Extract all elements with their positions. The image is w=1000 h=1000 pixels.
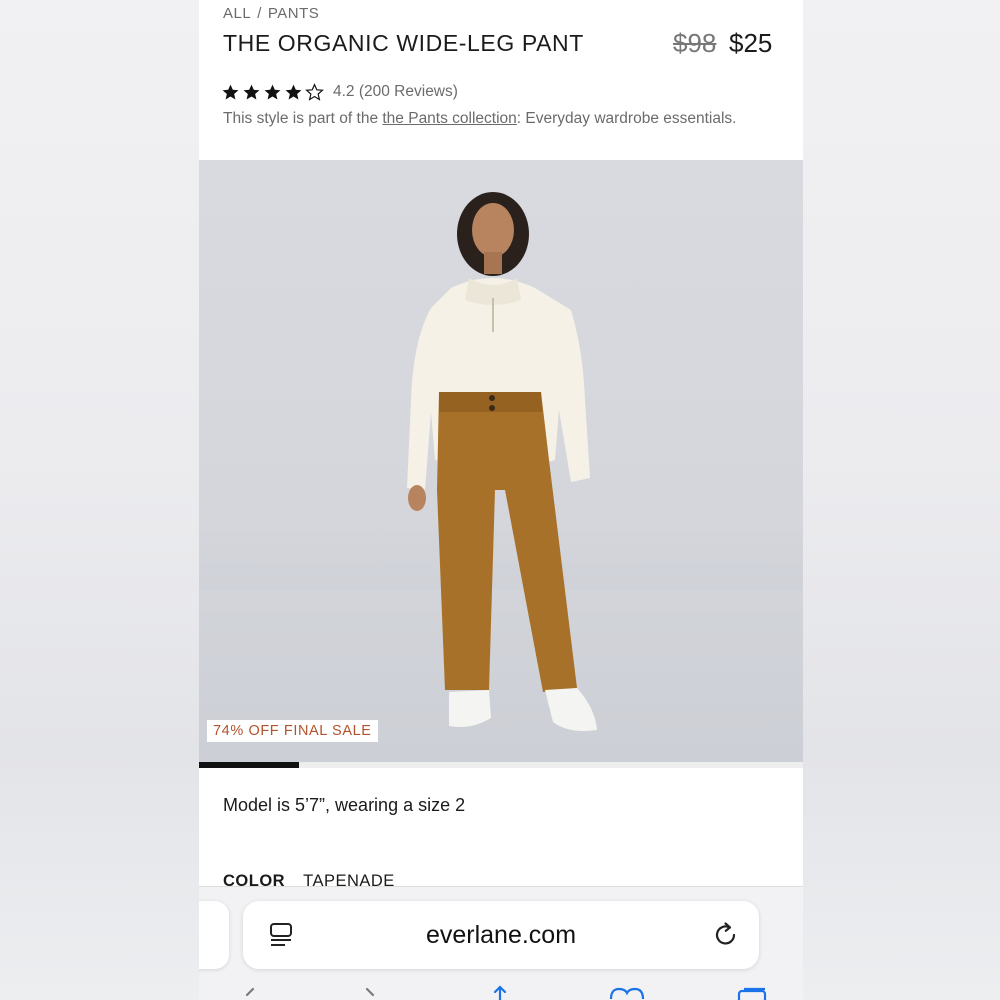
collection-suffix: : Everyday wardrobe essentials. [516, 110, 737, 127]
reload-icon[interactable] [711, 920, 741, 950]
phone-screen: ALL / PANTS THE ORGANIC WIDE-LEG PANT $98 … [199, 0, 803, 1000]
star-icon [243, 84, 260, 100]
background-left [0, 0, 199, 1000]
browser-bottom-bar: everlane.com [199, 886, 803, 1000]
sale-price: $25 [729, 28, 773, 58]
product-title: THE ORGANIC WIDE-LEG PANT [223, 30, 584, 56]
share-icon[interactable] [485, 985, 515, 1000]
rating-summary[interactable]: 4.2 (200 Reviews) [333, 83, 458, 101]
star-icon [285, 84, 302, 100]
gallery-progress-fill [199, 762, 300, 768]
background-right [803, 0, 1000, 1000]
back-icon[interactable] [237, 985, 261, 1000]
original-price: $98 [673, 28, 717, 58]
gallery-progress-bar [199, 762, 803, 768]
previous-tab-peek[interactable] [199, 901, 229, 969]
tabs-icon[interactable] [735, 985, 771, 1000]
breadcrumb-all-link[interactable]: ALL [223, 5, 251, 22]
sale-badge: 74% OFF FINAL SALE [207, 720, 378, 742]
collection-prefix: This style is part of the [223, 110, 383, 127]
collection-note: This style is part of the the Pants coll… [223, 110, 736, 128]
product-image[interactable]: 74% OFF FINAL SALE [199, 160, 803, 762]
star-icon [264, 84, 281, 100]
bookmarks-icon[interactable] [607, 985, 647, 1000]
breadcrumb: ALL / PANTS [223, 5, 319, 22]
forward-icon[interactable] [359, 985, 383, 1000]
address-domain[interactable]: everlane.com [243, 921, 759, 950]
breadcrumb-separator: / [257, 5, 262, 22]
address-bar[interactable]: everlane.com [243, 901, 759, 969]
breadcrumb-pants-link[interactable]: PANTS [268, 5, 319, 22]
star-outline-icon [305, 82, 324, 101]
model-photo [199, 192, 803, 762]
rating-stars[interactable] [221, 80, 326, 104]
star-icon [222, 84, 239, 100]
model-info: Model is 5’7”, wearing a size 2 [223, 795, 466, 815]
pants-collection-link[interactable]: the Pants collection [382, 110, 516, 127]
